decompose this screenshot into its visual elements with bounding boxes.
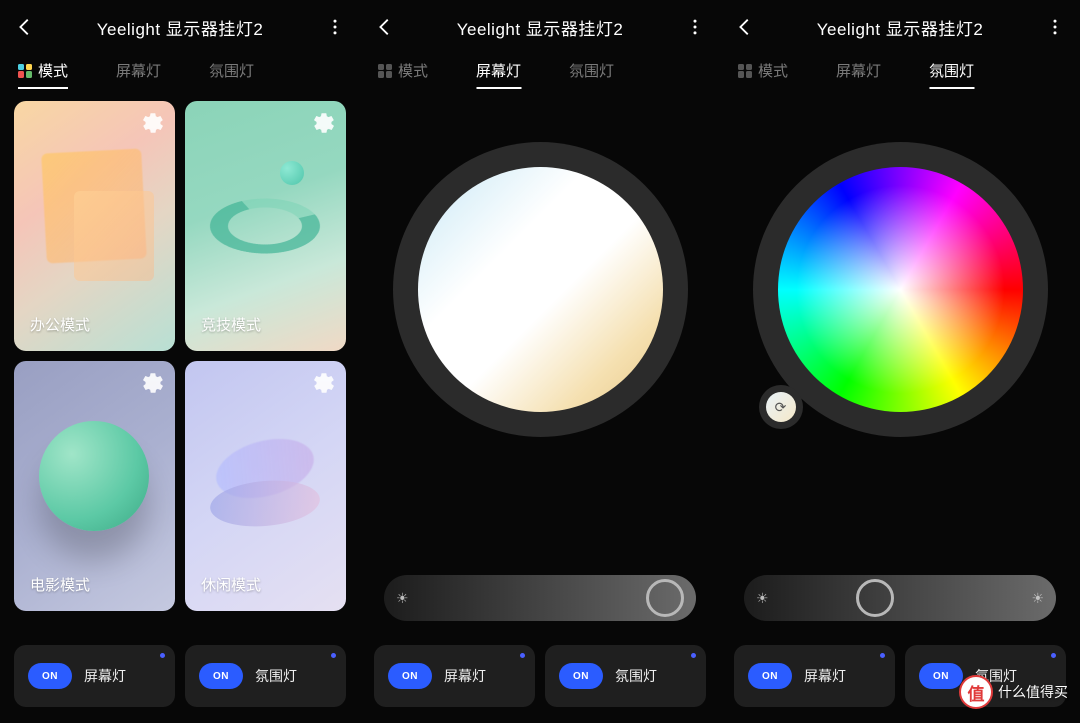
bottom-toggles: ON 屏幕灯 ON 氛围灯 [14,645,346,707]
slider-track[interactable] [779,575,1022,621]
gear-icon[interactable] [141,371,165,395]
toggle-pill-on[interactable]: ON [28,663,72,689]
mode-card-label: 电影模式 [30,574,90,595]
rgb-disc[interactable] [778,167,1023,412]
tab-label: 模式 [38,60,68,81]
screen-mode: Yeelight 显示器挂灯2 模式 屏幕灯 氛围灯 办公模式 竞技模式 [0,0,360,723]
mode-grid: 办公模式 竞技模式 电影模式 休闲模式 [0,97,360,611]
brightness-high-icon: ☀ [1031,590,1044,607]
toggle-ambient-light[interactable]: ON 氛围灯 [545,645,706,707]
toggle-ambient-light[interactable]: ON 氛围灯 [185,645,346,707]
brightness-low-icon: ☀︎ [756,590,769,607]
back-icon[interactable] [734,16,756,38]
toggle-pill-on[interactable]: ON [559,663,603,689]
tab-mode[interactable]: 模式 [738,60,788,87]
gear-icon[interactable] [312,371,336,395]
tab-label: 屏幕灯 [836,60,881,81]
cct-disc[interactable] [418,167,663,412]
picker-ring: ⟳ [753,142,1048,437]
indicator-dot [691,653,696,658]
tab-bar: 模式 屏幕灯 氛围灯 [720,54,1080,97]
page-title: Yeelight 显示器挂灯2 [768,15,1032,40]
mode-icon [18,64,32,78]
indicator-dot [520,653,525,658]
tab-screen[interactable]: 屏幕灯 [836,60,881,87]
indicator-dot [880,653,885,658]
header: Yeelight 显示器挂灯2 [720,0,1080,54]
tab-ambient[interactable]: 氛围灯 [569,60,614,87]
tab-mode[interactable]: 模式 [378,60,428,87]
indicator-dot [1051,653,1056,658]
toggle-screen-light[interactable]: ON 屏幕灯 [14,645,175,707]
toggle-pill-on[interactable]: ON [919,663,963,689]
toggle-label: 氛围灯 [615,666,657,686]
tab-label: 模式 [758,60,788,81]
toggle-pill-on[interactable]: ON [748,663,792,689]
mode-card-movie[interactable]: 电影模式 [14,361,175,611]
indicator-dot [160,653,165,658]
page-title: Yeelight 显示器挂灯2 [408,15,672,40]
header: Yeelight 显示器挂灯2 [360,0,720,54]
tab-screen[interactable]: 屏幕灯 [116,60,161,87]
brightness-slider[interactable]: ☀︎ [384,575,696,621]
mode-card-leisure[interactable]: 休闲模式 [185,361,346,611]
mode-card-gaming[interactable]: 竞技模式 [185,101,346,351]
toggle-label: 屏幕灯 [84,666,126,686]
indicator-dot [331,653,336,658]
toggle-label: 屏幕灯 [444,666,486,686]
slider-thumb[interactable] [856,579,894,617]
tab-bar: 模式 屏幕灯 氛围灯 [0,54,360,97]
mode-icon [738,64,752,78]
tab-ambient[interactable]: 氛围灯 [929,60,974,87]
tab-label: 氛围灯 [209,60,254,81]
tab-label: 屏幕灯 [116,60,161,81]
picker-ring [393,142,688,437]
brightness-low-icon: ☀︎ [396,590,409,607]
rgb-color-picker: ⟳ [720,97,1080,437]
tab-screen[interactable]: 屏幕灯 [476,60,521,87]
swap-icon: ⟳ [766,392,796,422]
mode-icon [378,64,392,78]
toggle-screen-light[interactable]: ON 屏幕灯 [734,645,895,707]
back-icon[interactable] [374,16,396,38]
mode-card-office[interactable]: 办公模式 [14,101,175,351]
slider-thumb[interactable] [646,579,684,617]
watermark-text: 什么值得买 [998,682,1068,702]
toggle-label: 氛围灯 [255,666,297,686]
tab-mode[interactable]: 模式 [18,60,68,87]
gear-icon[interactable] [312,111,336,135]
watermark: 值 什么值得买 [959,675,1068,709]
watermark-badge: 值 [959,675,993,709]
mode-card-label: 办公模式 [30,314,90,335]
screen-ambient-light: Yeelight 显示器挂灯2 模式 屏幕灯 氛围灯 ⟳ ☀︎ [720,0,1080,723]
tab-label: 氛围灯 [929,60,974,81]
slider-track[interactable] [419,575,684,621]
page-title: Yeelight 显示器挂灯2 [48,15,312,40]
tab-ambient[interactable]: 氛围灯 [209,60,254,87]
tab-label: 模式 [398,60,428,81]
gear-icon[interactable] [141,111,165,135]
tab-label: 氛围灯 [569,60,614,81]
mode-card-label: 休闲模式 [201,574,261,595]
bottom-toggles: ON 屏幕灯 ON 氛围灯 [374,645,706,707]
brightness-slider[interactable]: ☀︎ ☀ [744,575,1056,621]
tab-bar: 模式 屏幕灯 氛围灯 [360,54,720,97]
color-temperature-picker [360,97,720,437]
screen-screen-light: Yeelight 显示器挂灯2 模式 屏幕灯 氛围灯 ☀︎ [360,0,720,723]
mode-card-label: 竞技模式 [201,314,261,335]
toggle-label: 屏幕灯 [804,666,846,686]
back-icon[interactable] [14,16,36,38]
toggle-screen-light[interactable]: ON 屏幕灯 [374,645,535,707]
more-icon[interactable] [684,16,706,38]
toggle-pill-on[interactable]: ON [199,663,243,689]
header: Yeelight 显示器挂灯2 [0,0,360,54]
more-icon[interactable] [324,16,346,38]
toggle-pill-on[interactable]: ON [388,663,432,689]
picker-swap-button[interactable]: ⟳ [759,385,803,429]
tab-label: 屏幕灯 [476,60,521,81]
more-icon[interactable] [1044,16,1066,38]
